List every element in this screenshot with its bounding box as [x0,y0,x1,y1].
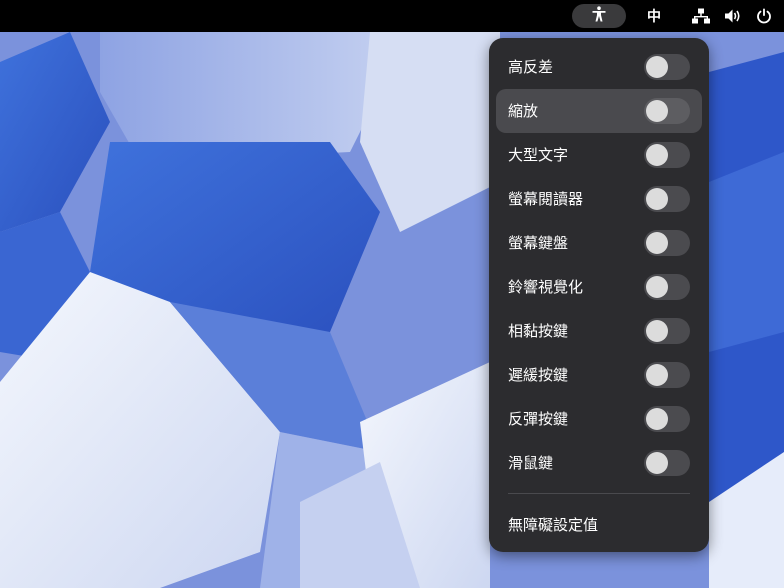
volume-icon [724,8,742,24]
toggle-knob [646,364,668,386]
accessibility-icon [591,6,607,26]
toggle-switch[interactable] [644,98,690,124]
toggle-knob [646,188,668,210]
menu-item-bounce-keys[interactable]: 反彈按鍵 [496,397,702,441]
toggle-knob [646,408,668,430]
network-wired-icon [692,8,710,24]
menu-item-label: 螢幕鍵盤 [508,234,569,252]
menu-item-label: 大型文字 [508,146,569,164]
menu-item-label: 縮放 [508,102,539,120]
menu-item-label: 滑鼠鍵 [508,454,554,472]
settings-label: 無障礙設定值 [508,516,599,534]
toggle-switch[interactable] [644,274,690,300]
menu-item-screen-keyboard[interactable]: 螢幕鍵盤 [496,221,702,265]
toggle-switch[interactable] [644,230,690,256]
menu-item-zoom[interactable]: 縮放 [496,89,702,133]
toggle-switch[interactable] [644,54,690,80]
toggle-knob [646,452,668,474]
menu-item-label: 鈴響視覺化 [508,278,584,296]
toggle-switch[interactable] [644,318,690,344]
toggle-switch[interactable] [644,450,690,476]
system-status-area[interactable] [690,4,774,28]
menu-item-label: 相黏按鍵 [508,322,569,340]
accessibility-menu: 高反差 縮放 大型文字 螢幕閱讀器 螢幕鍵盤 鈴響視覺化 相黏按鍵 遲緩按鍵 反… [489,38,709,552]
input-method-indicator[interactable]: 中 [640,4,668,28]
menu-item-visual-alerts[interactable]: 鈴響視覺化 [496,265,702,309]
toggle-knob [646,100,668,122]
top-bar: 中 [0,0,784,32]
toggle-knob [646,56,668,78]
menu-item-label: 高反差 [508,58,554,76]
accessibility-settings-item[interactable]: 無障礙設定值 [496,503,702,547]
menu-separator [508,493,690,494]
toggle-switch[interactable] [644,362,690,388]
menu-item-high-contrast[interactable]: 高反差 [496,45,702,89]
menu-item-large-text[interactable]: 大型文字 [496,133,702,177]
menu-item-mouse-keys[interactable]: 滑鼠鍵 [496,441,702,485]
menu-item-label: 螢幕閱讀器 [508,190,584,208]
toggle-knob [646,144,668,166]
menu-item-slow-keys[interactable]: 遲緩按鍵 [496,353,702,397]
toggle-switch[interactable] [644,142,690,168]
toggle-knob [646,232,668,254]
toggle-switch[interactable] [644,406,690,432]
accessibility-menu-button[interactable] [572,4,626,28]
input-method-label: 中 [647,9,661,25]
menu-item-label: 遲緩按鍵 [508,366,569,384]
toggle-switch[interactable] [644,186,690,212]
toggle-knob [646,320,668,342]
menu-item-screen-reader[interactable]: 螢幕閱讀器 [496,177,702,221]
menu-item-sticky-keys[interactable]: 相黏按鍵 [496,309,702,353]
power-icon [756,8,772,24]
toggle-knob [646,276,668,298]
menu-item-label: 反彈按鍵 [508,410,569,428]
